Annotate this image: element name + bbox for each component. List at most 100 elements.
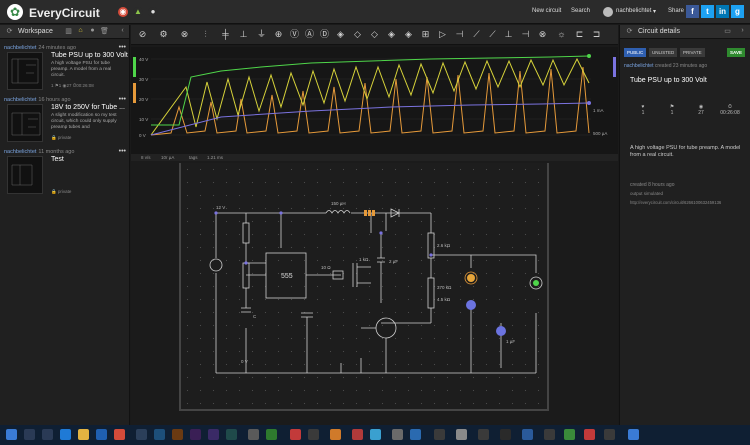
avatar[interactable] bbox=[603, 7, 613, 17]
resistor-icon[interactable]: ⫶ bbox=[199, 28, 212, 41]
record-icon[interactable]: ● bbox=[88, 27, 97, 36]
audition-icon[interactable] bbox=[226, 429, 237, 440]
chevron-down-icon[interactable]: ▾ bbox=[653, 8, 656, 15]
relay-icon[interactable]: ⊣ bbox=[519, 28, 532, 41]
app-icon-1[interactable] bbox=[248, 429, 259, 440]
chrome-icon[interactable]: ◉ bbox=[118, 7, 128, 17]
username-menu[interactable]: nachbelichtet bbox=[616, 8, 651, 14]
dep-source-2-icon[interactable]: ◇ bbox=[368, 28, 381, 41]
private-toggle[interactable]: PRIVATE bbox=[680, 48, 705, 57]
twitter-icon[interactable]: t bbox=[701, 5, 714, 18]
pushbutton-icon[interactable]: ⊥ bbox=[502, 28, 515, 41]
linkedin-icon[interactable]: in bbox=[716, 5, 729, 18]
aftereffects-icon[interactable] bbox=[208, 429, 219, 440]
apple-icon[interactable]: ● bbox=[148, 7, 158, 17]
app-icon-4[interactable] bbox=[308, 429, 319, 440]
nand-gate-icon[interactable]: ⊏ bbox=[573, 28, 586, 41]
app-icon-13[interactable] bbox=[500, 429, 511, 440]
app-icon-6[interactable] bbox=[352, 429, 363, 440]
app-icon-12[interactable] bbox=[478, 429, 489, 440]
windows-start-icon[interactable] bbox=[6, 429, 17, 440]
app-icon-11[interactable] bbox=[456, 429, 467, 440]
item-user[interactable]: nachbelichtet bbox=[4, 149, 36, 155]
diode-icon[interactable]: ⊣ bbox=[453, 28, 466, 41]
public-toggle[interactable]: PUBLIC bbox=[624, 48, 647, 57]
app-icon-18[interactable] bbox=[604, 429, 615, 440]
app-icon-10[interactable] bbox=[434, 429, 445, 440]
opamp-icon[interactable]: ▷ bbox=[436, 28, 449, 41]
item-title[interactable]: Test bbox=[51, 156, 64, 163]
new-circuit-link[interactable]: New circuit bbox=[532, 8, 561, 14]
mail-icon[interactable] bbox=[96, 429, 107, 440]
ammeter-icon[interactable]: Ⓐ bbox=[303, 28, 316, 41]
item-title[interactable]: 18V to 250V for Tube ... bbox=[51, 104, 125, 111]
dep-source-3-icon[interactable]: ◈ bbox=[385, 28, 398, 41]
circuit-board[interactable]: 12 V 150 µH 555 10 Ω 1 kΩ 2.6 kΩ 370 kΩ … bbox=[179, 163, 549, 411]
comment-icon[interactable]: ▭ bbox=[723, 27, 732, 36]
clock-icon[interactable]: ⊘ bbox=[136, 28, 149, 41]
app-brand[interactable]: EveryCircuit bbox=[29, 6, 100, 20]
dep-source-4-icon[interactable]: ◈ bbox=[402, 28, 415, 41]
app-icon-14[interactable] bbox=[522, 429, 533, 440]
facebook-icon[interactable]: f bbox=[686, 5, 699, 18]
more-icon[interactable]: ••• bbox=[119, 44, 126, 51]
ohmmeter-icon[interactable]: Ⓓ bbox=[318, 28, 331, 41]
circuit-thumbnail[interactable] bbox=[7, 52, 43, 90]
diamond-source-icon[interactable]: ◈ bbox=[334, 28, 347, 41]
explorer-icon[interactable] bbox=[78, 429, 89, 440]
dep-source-1-icon[interactable]: ◇ bbox=[351, 28, 364, 41]
circuit-canvas[interactable]: 12 V 150 µH 555 10 Ω 1 kΩ 2.6 kΩ 370 kΩ … bbox=[131, 161, 618, 425]
lamp-icon[interactable]: ⊗ bbox=[536, 28, 549, 41]
more-icon[interactable]: ••• bbox=[119, 148, 126, 155]
list-item[interactable]: nachbelichtet 24 minutes ago ••• Tube PSU… bbox=[4, 44, 128, 95]
list-item[interactable]: nachbelichtet 16 hours ago ••• 18V to 250… bbox=[4, 96, 128, 147]
lightroom-icon[interactable] bbox=[136, 429, 147, 440]
circuit-thumbnail[interactable] bbox=[7, 156, 43, 194]
everycircuit-logo-icon[interactable]: ✿ bbox=[7, 4, 23, 20]
owner-link[interactable]: nachbelichtet bbox=[624, 63, 653, 69]
item-user[interactable]: nachbelichtet bbox=[4, 45, 36, 51]
refresh-icon[interactable]: ⟳ bbox=[625, 27, 634, 36]
illustrator-icon[interactable] bbox=[172, 429, 183, 440]
transformer-icon[interactable]: ⊞ bbox=[419, 28, 432, 41]
close-icon[interactable]: ‹ bbox=[118, 27, 127, 36]
photoshop-icon[interactable] bbox=[154, 429, 165, 440]
book-icon[interactable]: ▥ bbox=[64, 27, 73, 36]
list-item[interactable]: nachbelichtet 11 months ago ••• Test 🔒 pr… bbox=[4, 148, 128, 199]
search-icon[interactable] bbox=[24, 429, 35, 440]
item-user[interactable]: nachbelichtet bbox=[4, 97, 36, 103]
switch-icon[interactable]: ⟋ bbox=[470, 28, 483, 41]
more-icon[interactable]: ••• bbox=[119, 96, 126, 103]
googleplus-icon[interactable]: g bbox=[731, 5, 744, 18]
led-icon[interactable]: ☼ bbox=[555, 28, 568, 41]
app-icon-9[interactable] bbox=[410, 429, 421, 440]
app-icon-8[interactable] bbox=[392, 429, 403, 440]
oscilloscope-display[interactable]: 40 V 30 V 20 V 10 V 0 V 1 mA 500 µA bbox=[131, 47, 618, 154]
item-title[interactable]: Tube PSU up to 300 Volt bbox=[51, 52, 128, 59]
premiere-icon[interactable] bbox=[190, 429, 201, 440]
app-icon-2[interactable] bbox=[266, 429, 277, 440]
chevron-right-icon[interactable]: › bbox=[738, 27, 747, 36]
home-icon[interactable]: ⌂ bbox=[76, 27, 85, 36]
refresh-icon[interactable]: ⟳ bbox=[5, 27, 14, 36]
app-icon-19[interactable] bbox=[628, 429, 639, 440]
app-icon-3[interactable] bbox=[290, 429, 301, 440]
save-button[interactable]: SAVE bbox=[727, 48, 745, 57]
voltage-probe-icon[interactable]: ⊗ bbox=[178, 28, 191, 41]
app-icon-15[interactable] bbox=[544, 429, 555, 440]
inductor-icon[interactable]: ⊥ bbox=[237, 28, 250, 41]
task-view-icon[interactable] bbox=[42, 429, 53, 440]
switch-2-icon[interactable]: ⟋ bbox=[486, 28, 499, 41]
capacitor-icon[interactable]: ╪ bbox=[219, 28, 232, 41]
app-icon-5[interactable] bbox=[330, 429, 341, 440]
settings-icon[interactable]: ⚙ bbox=[157, 28, 170, 41]
app-icon-16[interactable] bbox=[564, 429, 575, 440]
voltage-source-icon[interactable]: ⊕ bbox=[272, 28, 285, 41]
logic-gate-icon[interactable]: ⊐ bbox=[590, 28, 603, 41]
circuit-thumbnail[interactable] bbox=[7, 104, 43, 142]
app-icon-7[interactable] bbox=[370, 429, 381, 440]
circuit-url[interactable]: http://everycircuit.com/circuit/62661006… bbox=[630, 200, 721, 205]
chrome-icon[interactable] bbox=[114, 429, 125, 440]
search-link[interactable]: Search bbox=[571, 8, 590, 14]
unlisted-toggle[interactable]: UNLISTED bbox=[649, 48, 678, 57]
